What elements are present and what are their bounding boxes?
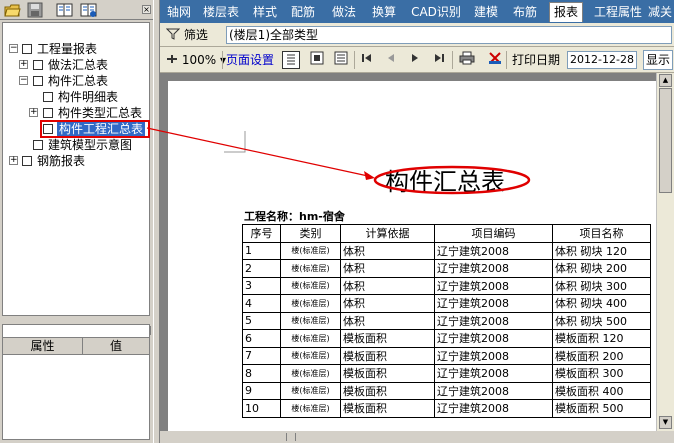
title-highlight-ellipse: [373, 165, 531, 195]
arrow-head-icon: [364, 171, 375, 180]
annotation-overlay: [146, 127, 531, 195]
annotation-arrow-line: [146, 127, 369, 177]
